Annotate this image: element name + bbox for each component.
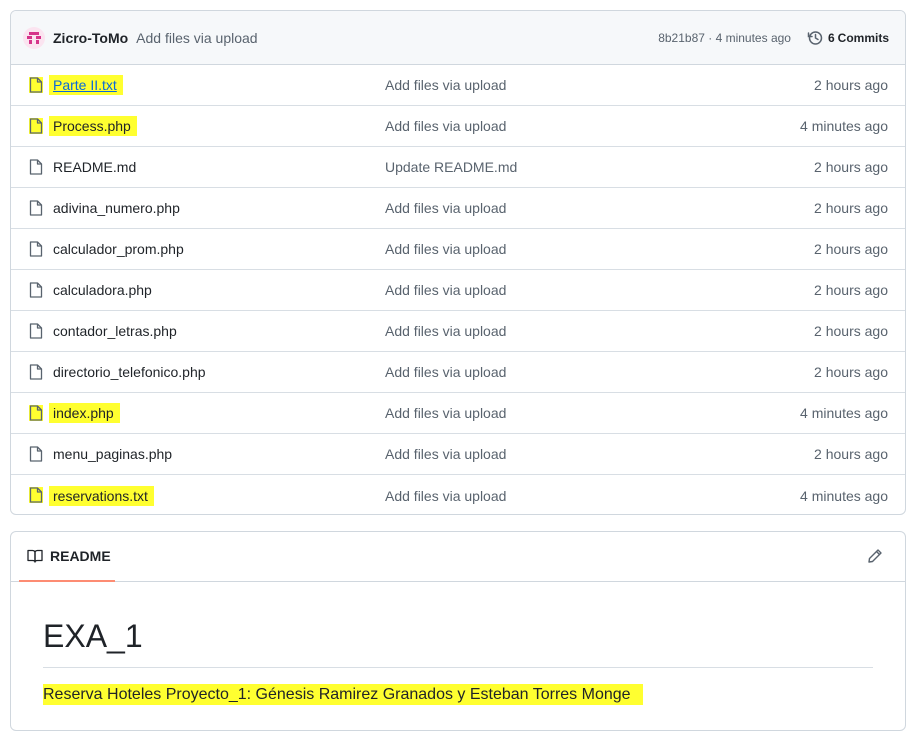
pencil-icon [868, 549, 882, 563]
file-name-link[interactable]: README.md [53, 159, 136, 175]
readme-tab-label: README [50, 548, 111, 564]
file-icon [29, 446, 43, 462]
file-commit-message[interactable]: Add files via upload [385, 200, 506, 216]
file-commit-message[interactable]: Add files via upload [385, 77, 506, 93]
readme-tabbar: README [11, 532, 905, 582]
file-commit-time: 2 hours ago [814, 446, 888, 462]
commits-count: 6 [827, 30, 835, 45]
file-name-link[interactable]: adivina_numero.php [53, 200, 180, 216]
file-commit-message[interactable]: Add files via upload [385, 323, 506, 339]
commit-message[interactable]: Add files via upload [136, 30, 257, 46]
file-commit-time: 2 hours ago [814, 200, 888, 216]
file-commit-message[interactable]: Add files via upload [385, 282, 506, 298]
identicon-icon [27, 31, 41, 44]
commits-label: Commits [837, 30, 889, 45]
file-commit-time: 2 hours ago [814, 323, 888, 339]
file-icon [29, 77, 43, 93]
readme-description: Reserva Hoteles Proyecto_1: Génesis Rami… [43, 684, 873, 705]
file-icon [29, 118, 43, 134]
file-name-link[interactable]: index.php [49, 403, 120, 423]
file-row[interactable]: README.md Update README.md 2 hours ago [11, 147, 905, 188]
file-commit-message[interactable]: Add files via upload [385, 241, 506, 257]
file-icon [29, 200, 43, 216]
file-row[interactable]: Process.php Add files via upload 4 minutes… [11, 106, 905, 147]
file-name-link[interactable]: contador_letras.php [53, 323, 177, 339]
edit-readme-button[interactable] [867, 548, 883, 569]
history-icon [807, 30, 823, 45]
file-commit-time: 2 hours ago [814, 159, 888, 175]
file-commit-time: 4 minutes ago [800, 405, 888, 421]
file-icon [29, 405, 43, 421]
file-row[interactable]: Parte II.txt Add files via upload 2 hours … [11, 65, 905, 106]
file-name-link[interactable]: reservations.txt [49, 485, 154, 506]
file-row[interactable]: index.php Add files via upload 4 minutes a… [11, 393, 905, 434]
file-row[interactable]: directorio_telefonico.php Add files via u… [11, 352, 905, 393]
commits-link[interactable]: 6 Commits [807, 30, 889, 46]
readme-title: EXA_1 [43, 618, 873, 668]
latest-commit-header: Zicro-ToMo Add files via upload 8b21b87 … [11, 11, 905, 65]
file-commit-message[interactable]: Add files via upload [385, 118, 506, 134]
file-rows: Parte II.txt Add files via upload 2 hours … [11, 65, 905, 514]
file-name-link[interactable]: directorio_telefonico.php [53, 364, 206, 380]
readme-box: README EXA_1 Reserva Hoteles Proyecto_1:… [10, 531, 906, 731]
file-commit-message[interactable]: Add files via upload [385, 364, 506, 380]
file-row[interactable]: contador_letras.php Add files via upload 2… [11, 311, 905, 352]
file-name-link[interactable]: Parte II.txt [49, 75, 123, 95]
readme-tab[interactable]: README [19, 532, 115, 582]
file-name-link[interactable]: calculadora.php [53, 282, 152, 298]
file-commit-message[interactable]: Add files via upload [385, 405, 506, 421]
file-name-link[interactable]: menu_paginas.php [53, 446, 172, 462]
file-row[interactable]: calculador_prom.php Add files via upload 2… [11, 229, 905, 270]
file-commit-time: 2 hours ago [814, 282, 888, 298]
readme-body: EXA_1 Reserva Hoteles Proyecto_1: Génesi… [11, 618, 905, 705]
file-commit-time: 2 hours ago [814, 77, 888, 93]
file-name-link[interactable]: Process.php [49, 116, 137, 136]
book-icon [27, 549, 43, 563]
commit-author[interactable]: Zicro-ToMo [53, 30, 128, 46]
file-commit-time: 4 minutes ago [800, 487, 888, 504]
file-list-box: Zicro-ToMo Add files via upload 8b21b87 … [10, 10, 906, 515]
file-icon [29, 282, 43, 298]
file-commit-message[interactable]: Update README.md [385, 159, 517, 175]
file-commit-message[interactable]: Add files via upload [385, 446, 506, 462]
file-row[interactable]: menu_paginas.php Add files via upload 2 ho… [11, 434, 905, 475]
file-icon [29, 364, 43, 380]
file-commit-time: 4 minutes ago [800, 118, 888, 134]
file-icon [29, 241, 43, 257]
file-icon [29, 323, 43, 339]
file-row[interactable]: adivina_numero.php Add files via upload 2 … [11, 188, 905, 229]
readme-description-text: Reserva Hoteles Proyecto_1: Génesis Rami… [43, 684, 643, 705]
commit-meta[interactable]: 8b21b87 · 4 minutes ago [658, 31, 791, 45]
file-row[interactable]: calculadora.php Add files via upload 2 hou… [11, 270, 905, 311]
file-icon [29, 159, 43, 175]
file-icon [29, 487, 43, 503]
file-name-link[interactable]: calculador_prom.php [53, 241, 184, 257]
file-row[interactable]: reservations.txt Add files via upload 4 mi… [11, 475, 905, 514]
file-commit-time: 2 hours ago [814, 241, 888, 257]
avatar[interactable] [23, 26, 45, 49]
file-commit-time: 2 hours ago [814, 364, 888, 380]
file-commit-message[interactable]: Add files via upload [385, 488, 506, 504]
